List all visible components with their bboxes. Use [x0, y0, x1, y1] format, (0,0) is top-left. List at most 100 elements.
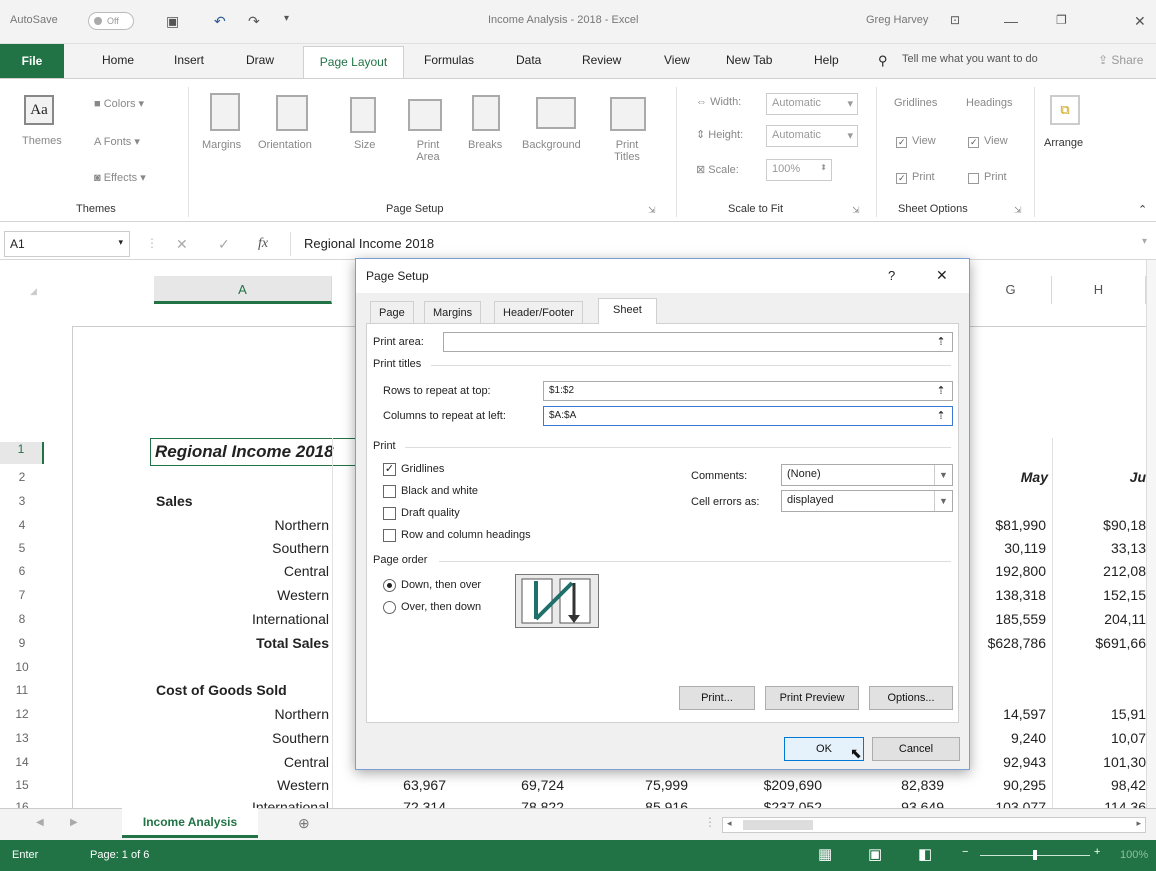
scroll-left-arrow-icon[interactable]: ◂ — [727, 818, 732, 829]
save-icon[interactable]: ▣ — [166, 13, 179, 30]
zoom-level[interactable]: 100% — [1120, 849, 1148, 861]
cell-g14[interactable]: 92,943 — [970, 751, 1046, 774]
print-titles-button[interactable]: Print Titles — [612, 139, 642, 163]
scale-spinner[interactable]: 100% ⬍ — [766, 159, 832, 181]
cell-a7[interactable]: Western — [154, 584, 329, 607]
user-name[interactable]: Greg Harvey — [866, 14, 928, 26]
page-setup-launcher-icon[interactable]: ⇲ — [648, 205, 656, 216]
draft-quality-checkbox[interactable] — [383, 507, 396, 520]
cell-a11[interactable]: Cost of Goods Sold — [156, 679, 287, 702]
height-combo[interactable]: Automatic ▾ — [766, 125, 858, 147]
cell-a4[interactable]: Northern — [154, 514, 329, 537]
cell-g16[interactable]: 103,077 — [970, 796, 1046, 808]
cell-b16[interactable]: 72,314 — [336, 796, 446, 808]
cell-a6[interactable]: Central — [154, 560, 329, 583]
cell-e15[interactable]: $209,690 — [692, 774, 822, 797]
themes-icon[interactable]: Aa — [24, 95, 54, 125]
cell-h7[interactable]: 152,15 — [1052, 584, 1146, 607]
sheet-options-launcher-icon[interactable]: ⇲ — [1014, 205, 1022, 216]
expand-formula-icon[interactable]: ▾ — [1142, 236, 1147, 247]
print-titles-icon[interactable] — [610, 97, 646, 131]
headings-print-checkbox[interactable] — [968, 173, 979, 184]
scroll-thumb[interactable] — [743, 820, 813, 830]
gridlines-checkbox[interactable]: ✓ — [383, 463, 396, 476]
autosave-toggle[interactable]: Off — [88, 12, 134, 30]
tab-draw[interactable]: Draw — [246, 53, 274, 67]
cell-g8[interactable]: 185,559 — [970, 608, 1046, 631]
row-header[interactable]: 8 — [0, 612, 44, 626]
cell-h12[interactable]: 15,91 — [1052, 703, 1146, 726]
share-button[interactable]: ⇪ Share — [1098, 53, 1143, 67]
margins-button[interactable]: Margins — [202, 139, 241, 151]
cancel-button[interactable]: Cancel — [872, 737, 960, 761]
confirm-entry-icon[interactable]: ✓ — [218, 236, 230, 253]
cell-d16[interactable]: 85,916 — [570, 796, 688, 808]
collapse-dialog-icon[interactable]: ⇡ — [933, 409, 949, 423]
cell-b15[interactable]: 63,967 — [336, 774, 446, 797]
scroll-right-icon[interactable]: ▶ — [70, 817, 78, 828]
comments-select[interactable]: (None) ▼ — [781, 464, 953, 486]
cell-g12[interactable]: 14,597 — [970, 703, 1046, 726]
colors-button[interactable]: ■ Colors ▾ — [94, 97, 144, 110]
tab-review[interactable]: Review — [582, 53, 621, 67]
background-icon[interactable] — [536, 97, 576, 129]
tab-insert[interactable]: Insert — [174, 53, 204, 67]
normal-view-icon[interactable]: ▦ — [818, 845, 832, 863]
cell-h4[interactable]: $90,18 — [1052, 514, 1146, 537]
cell-g2[interactable]: May — [970, 466, 1048, 489]
restore-icon[interactable]: ❐ — [1056, 13, 1067, 27]
tab-help[interactable]: Help — [814, 53, 839, 67]
page-break-view-icon[interactable]: ◧ — [918, 845, 932, 863]
black-and-white-checkbox[interactable] — [383, 485, 396, 498]
cell-a15[interactable]: Western — [154, 774, 329, 797]
row-header[interactable]: 1 — [0, 442, 44, 464]
arrange-icon[interactable]: ⧉ — [1050, 95, 1080, 125]
undo-icon[interactable]: ↶ — [214, 13, 226, 30]
collapse-dialog-icon[interactable]: ⇡ — [933, 384, 949, 398]
cell-c15[interactable]: 69,724 — [450, 774, 564, 797]
cell-g7[interactable]: 138,318 — [970, 584, 1046, 607]
row-header[interactable]: 15 — [0, 778, 44, 792]
tab-page-layout[interactable]: Page Layout — [303, 46, 404, 79]
cell-h13[interactable]: 10,07 — [1052, 727, 1146, 750]
cell-errors-select[interactable]: displayed ▼ — [781, 490, 953, 512]
page-layout-view-icon[interactable]: ▣ — [868, 845, 882, 863]
size-button[interactable]: Size — [354, 139, 375, 151]
breaks-button[interactable]: Breaks — [468, 139, 502, 151]
size-icon[interactable] — [350, 97, 376, 133]
cell-h8[interactable]: 204,11 — [1052, 608, 1146, 631]
help-icon[interactable]: ? — [888, 268, 895, 283]
rows-to-repeat-input[interactable]: $1:$2 — [543, 381, 953, 401]
down-then-over-radio[interactable] — [383, 579, 396, 592]
dialog-tab-sheet[interactable]: Sheet — [598, 298, 657, 324]
scale-launcher-icon[interactable]: ⇲ — [852, 205, 860, 216]
column-header-g[interactable]: G — [970, 276, 1052, 304]
zoom-in-icon[interactable]: + — [1094, 846, 1100, 858]
redo-icon[interactable]: ↷ — [248, 13, 260, 30]
breaks-icon[interactable] — [472, 95, 500, 131]
row-header[interactable]: 4 — [0, 518, 44, 532]
headings-view-checkbox[interactable]: ✓ — [968, 137, 979, 148]
select-all-icon[interactable]: ◢ — [30, 286, 37, 297]
row-header[interactable]: 12 — [0, 707, 44, 721]
row-header[interactable]: 3 — [0, 494, 44, 508]
cell-a1[interactable]: Regional Income 2018 — [150, 438, 360, 466]
cell-h16[interactable]: 114,36 — [1052, 796, 1146, 808]
gridlines-print-checkbox[interactable]: ✓ — [896, 173, 907, 184]
dialog-tab-header-footer[interactable]: Header/Footer — [494, 301, 583, 323]
sheet-tab-income-analysis[interactable]: Income Analysis — [122, 808, 258, 838]
collapse-ribbon-icon[interactable]: ⌃ — [1138, 203, 1147, 216]
row-header[interactable]: 7 — [0, 588, 44, 602]
gridlines-view-checkbox[interactable]: ✓ — [896, 137, 907, 148]
customize-toolbar-icon[interactable]: ▾ — [284, 13, 289, 24]
row-header[interactable]: 14 — [0, 755, 44, 769]
minimize-icon[interactable]: — — [1004, 13, 1018, 29]
print-button[interactable]: Print... — [679, 686, 755, 710]
cell-e16[interactable]: $237,052 — [692, 796, 822, 808]
tab-view[interactable]: View — [664, 53, 690, 67]
tab-data[interactable]: Data — [516, 53, 541, 67]
print-area-button[interactable]: Print Area — [408, 139, 448, 163]
cancel-entry-icon[interactable]: ✕ — [176, 236, 188, 253]
cell-h5[interactable]: 33,13 — [1052, 537, 1146, 560]
row-header[interactable]: 10 — [0, 660, 44, 674]
